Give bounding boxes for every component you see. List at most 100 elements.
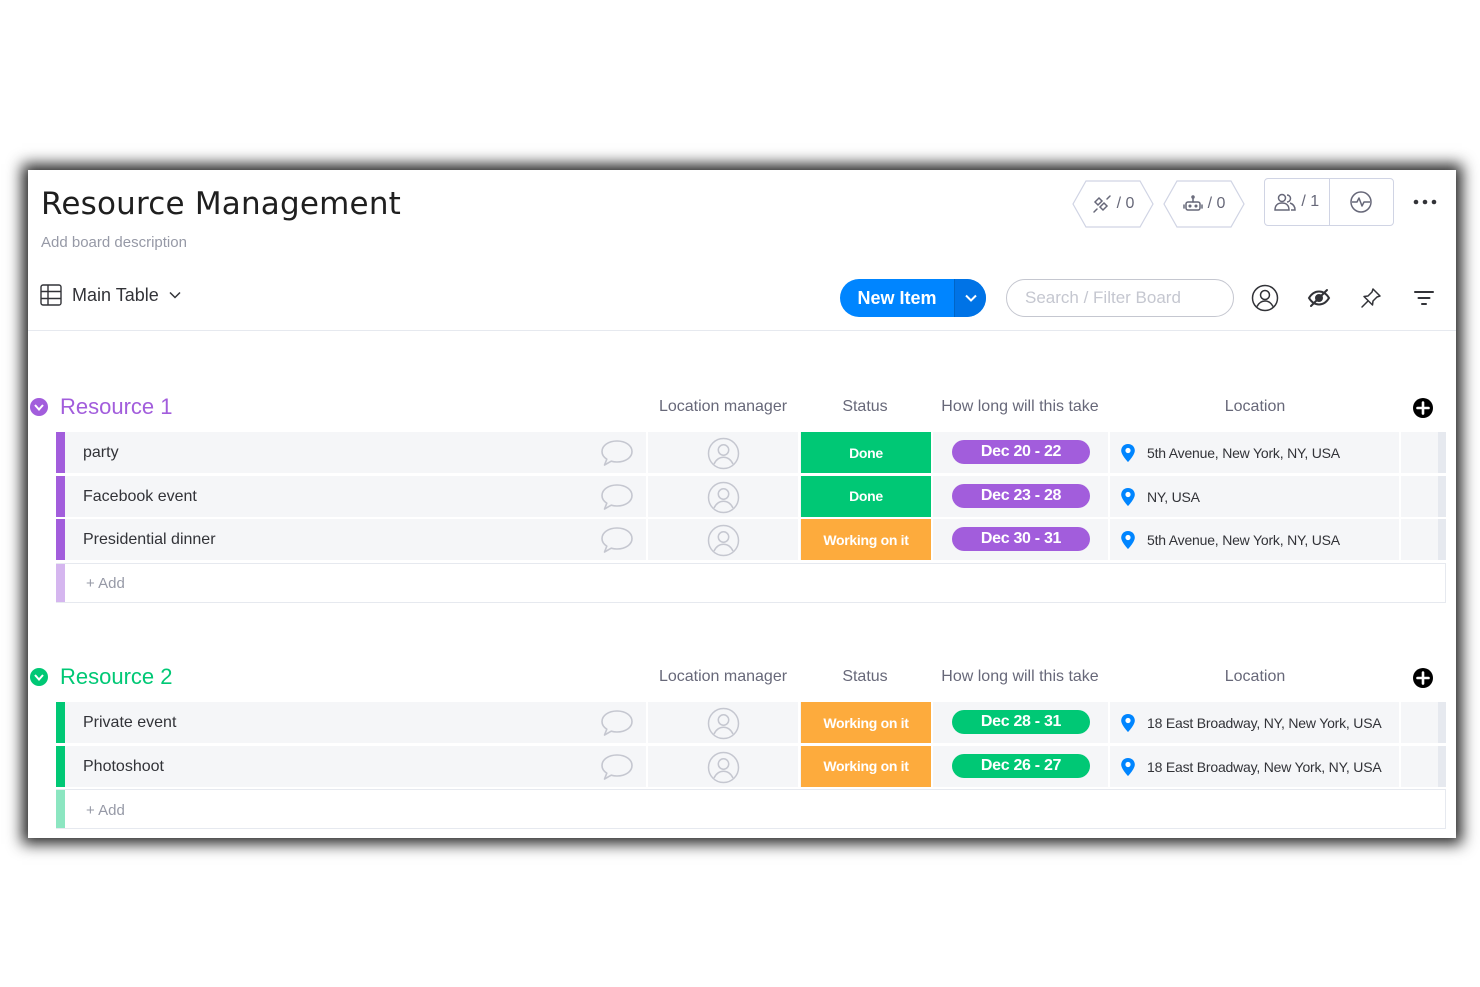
group-collapse-toggle[interactable] — [30, 398, 48, 416]
person-placeholder-icon[interactable] — [707, 437, 740, 470]
group-color-bar — [56, 432, 65, 473]
comment-bubble-icon[interactable] — [600, 709, 634, 737]
hide-columns-button[interactable] — [1304, 283, 1334, 313]
location-text[interactable]: 18 East Broadway, NY, New York, USA — [1147, 715, 1382, 731]
chevron-down-icon — [34, 673, 44, 681]
item-name[interactable]: Private event — [83, 714, 176, 732]
column-header[interactable]: Location — [1195, 398, 1315, 416]
add-column-icon[interactable] — [1412, 397, 1434, 419]
person-placeholder-icon[interactable] — [707, 524, 740, 557]
row-end-strip — [1438, 475, 1446, 517]
more-options-button[interactable] — [1411, 188, 1439, 216]
status-label[interactable]: Done — [801, 475, 931, 517]
location-pin-icon — [1121, 531, 1135, 549]
automations-button[interactable]: / 0 — [1163, 180, 1245, 228]
cell-divider — [798, 745, 800, 787]
cell-divider — [1399, 745, 1401, 787]
activity-button[interactable] — [1328, 179, 1394, 225]
table-row[interactable]: Presidential dinner Working on it Dec 30… — [56, 519, 1446, 560]
comment-bubble-icon[interactable] — [600, 753, 634, 781]
status-label[interactable]: Working on it — [801, 702, 931, 743]
table-row[interactable]: party Done Dec 20 - 22 5th Avenue, New Y… — [56, 432, 1446, 473]
status-label[interactable]: Done — [801, 432, 931, 473]
column-header[interactable]: How long will this take — [930, 398, 1110, 416]
activity-icon — [1350, 191, 1372, 213]
timeline-pill[interactable]: Dec 30 - 31 — [952, 527, 1090, 551]
location-text[interactable]: 5th Avenue, New York, NY, USA — [1147, 532, 1340, 548]
comment-bubble-icon[interactable] — [600, 483, 634, 511]
cell-divider — [646, 745, 648, 787]
table-row[interactable]: Private event Working on it Dec 28 - 31 … — [56, 702, 1446, 743]
row-end-strip — [1438, 432, 1446, 473]
cell-divider — [798, 702, 800, 743]
group-collapse-toggle[interactable] — [30, 668, 48, 686]
column-header[interactable]: Location manager — [648, 398, 798, 416]
location-pin-icon — [1121, 714, 1135, 732]
comment-bubble-icon[interactable] — [600, 526, 634, 554]
table-row[interactable]: Facebook event Done Dec 23 - 28 NY, USA — [56, 475, 1446, 517]
board-description[interactable]: Add board description — [41, 234, 187, 251]
add-item-input[interactable] — [86, 799, 486, 821]
comment-bubble-icon[interactable] — [600, 439, 634, 467]
item-name[interactable]: Photoshoot — [83, 758, 164, 776]
members-button[interactable]: / 1 — [1265, 179, 1329, 225]
search-input[interactable] — [1006, 279, 1234, 317]
new-item-label[interactable]: New Item — [840, 279, 954, 317]
location-pin-icon — [1121, 487, 1135, 506]
item-name[interactable]: Presidential dinner — [83, 531, 216, 549]
group-title[interactable]: Resource 2 — [60, 664, 173, 690]
location-text[interactable]: 18 East Broadway, New York, NY, USA — [1147, 759, 1382, 775]
group-header: Resource 2 Location manager Status How long… — [28, 662, 1456, 692]
integrations-count: / 0 — [1116, 195, 1135, 212]
cell-divider — [646, 432, 648, 473]
integrations-button[interactable]: / 0 — [1072, 180, 1154, 228]
cell-divider — [931, 519, 933, 560]
view-selector[interactable]: Main Table — [40, 284, 181, 306]
person-placeholder-icon[interactable] — [707, 481, 740, 514]
timeline-pill[interactable]: Dec 20 - 22 — [952, 440, 1090, 464]
add-item-input[interactable] — [86, 572, 486, 595]
group-color-bar — [56, 745, 65, 787]
person-placeholder-icon[interactable] — [707, 751, 740, 784]
pin-button[interactable] — [1356, 283, 1386, 313]
status-label[interactable]: Working on it — [801, 519, 931, 560]
item-name[interactable]: party — [83, 444, 119, 462]
chevron-down-icon — [964, 294, 977, 302]
add-item-row — [56, 562, 1446, 603]
cell-divider — [1108, 519, 1110, 560]
new-item-button[interactable]: New Item — [840, 279, 986, 317]
column-header[interactable]: Location manager — [648, 668, 798, 686]
new-item-dropdown[interactable] — [954, 279, 986, 317]
add-column-icon[interactable] — [1412, 667, 1434, 689]
filter-button[interactable] — [1409, 283, 1439, 313]
cell-divider — [1399, 432, 1401, 473]
cell-divider — [1108, 432, 1110, 473]
column-header[interactable]: Status — [805, 398, 925, 416]
cell-divider — [1108, 475, 1110, 517]
location-pin-icon — [1121, 444, 1135, 462]
group-color-bar — [56, 702, 65, 743]
table-row[interactable]: Photoshoot Working on it Dec 26 - 27 18 … — [56, 745, 1446, 787]
column-header[interactable]: How long will this take — [930, 668, 1110, 686]
item-name[interactable]: Facebook event — [83, 488, 197, 506]
column-header[interactable]: Location — [1195, 668, 1315, 686]
group-title[interactable]: Resource 1 — [60, 394, 173, 420]
cell-divider — [931, 432, 933, 473]
location-text[interactable]: 5th Avenue, New York, NY, USA — [1147, 445, 1340, 461]
location-pin-icon — [1121, 757, 1135, 776]
cell-divider — [1399, 475, 1401, 517]
column-header[interactable]: Status — [805, 668, 925, 686]
cell-divider — [1399, 519, 1401, 560]
timeline-pill[interactable]: Dec 26 - 27 — [952, 753, 1090, 778]
row-end-strip — [1438, 745, 1446, 787]
person-placeholder-icon[interactable] — [707, 707, 740, 740]
board-title[interactable]: Resource Management — [41, 186, 401, 222]
view-label: Main Table — [72, 284, 159, 305]
person-filter-button[interactable] — [1250, 283, 1280, 313]
status-label[interactable]: Working on it — [801, 745, 931, 787]
cell-divider — [646, 475, 648, 517]
timeline-pill[interactable]: Dec 28 - 31 — [952, 710, 1090, 734]
timeline-pill[interactable]: Dec 23 - 28 — [952, 483, 1090, 508]
members-activity-group: / 1 — [1264, 178, 1394, 226]
location-text[interactable]: NY, USA — [1147, 489, 1200, 505]
